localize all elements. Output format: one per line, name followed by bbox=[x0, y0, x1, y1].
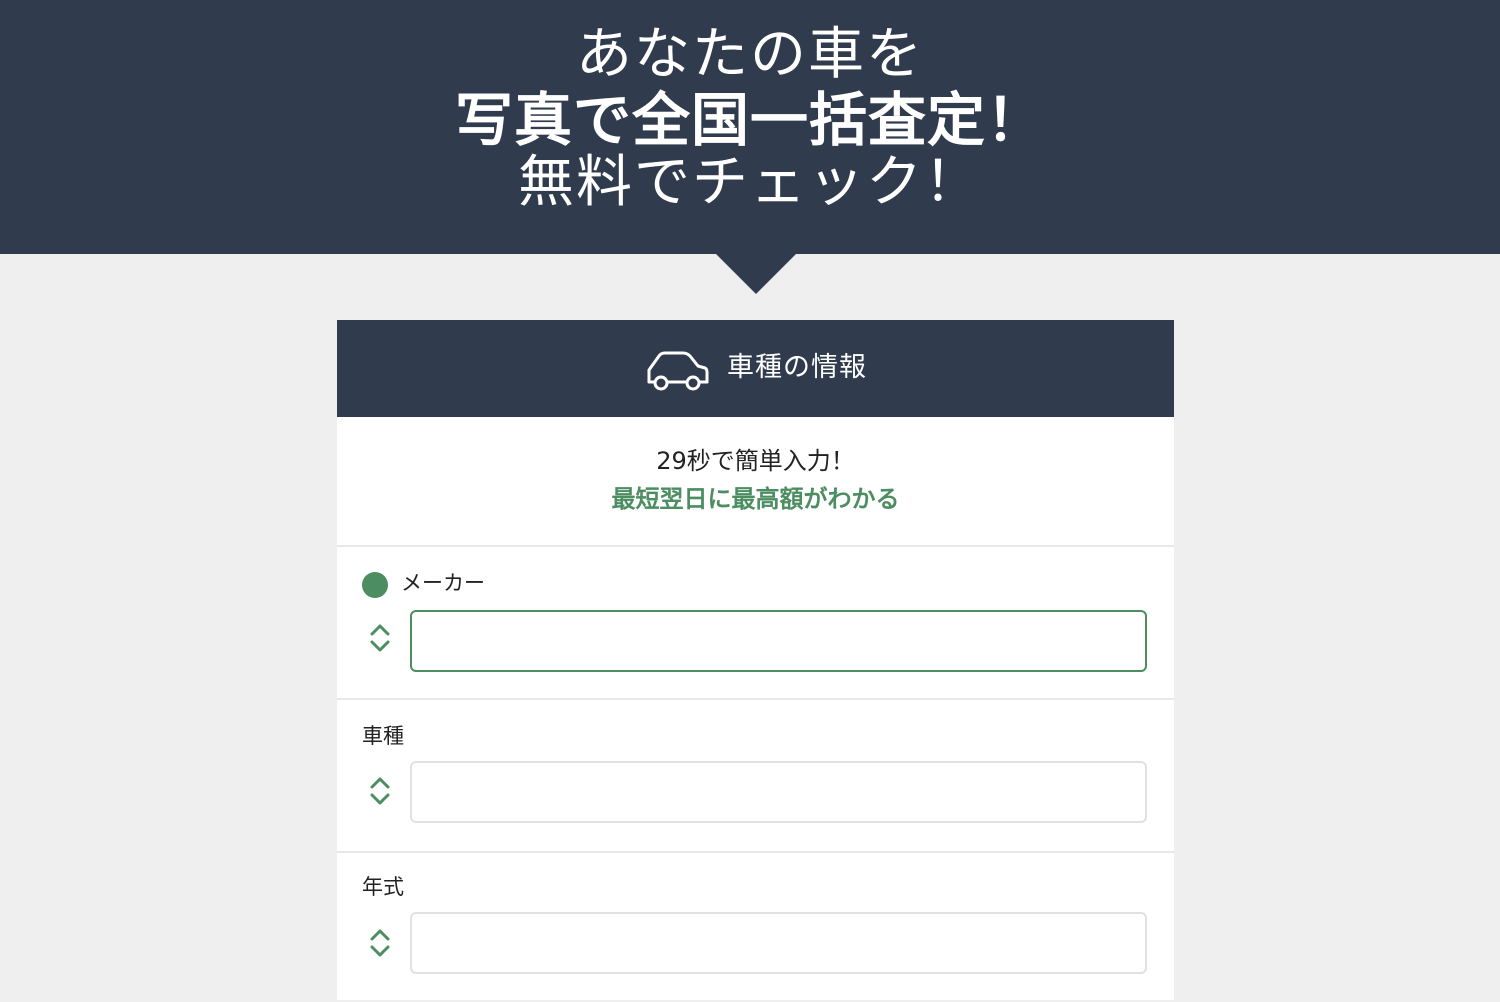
required-dot-icon bbox=[362, 572, 388, 598]
model-label: 車種 bbox=[362, 724, 404, 748]
hero-headline-line1: あなたの車を bbox=[576, 22, 924, 87]
hero-banner: あなたの車を 写真で全国一括査定！ 無料でチェック！ bbox=[0, 0, 1500, 254]
maker-label: メーカー bbox=[401, 571, 485, 595]
select-arrows-icon bbox=[370, 777, 390, 805]
hero-headline-line3: 無料でチェック！ bbox=[518, 150, 982, 215]
intro-highlight: 最短翌日に最高額がわかる bbox=[611, 485, 900, 513]
intro-section: 29秒で簡単入力！ 最短翌日に最高額がわかる bbox=[337, 417, 1174, 547]
select-arrows-icon bbox=[370, 929, 390, 957]
car-outline-icon bbox=[647, 351, 709, 391]
panel-title: 車種の情報 bbox=[727, 352, 867, 383]
year-field: 年式 bbox=[337, 851, 1174, 1002]
model-field: 車種 bbox=[337, 700, 1174, 853]
hero-headline-line2: 写真で全国一括査定！ bbox=[454, 86, 1045, 154]
model-select[interactable] bbox=[410, 761, 1147, 823]
panel-header: 車種の情報 bbox=[337, 320, 1174, 417]
intro-tagline: 29秒で簡単入力！ bbox=[656, 447, 855, 475]
year-select[interactable] bbox=[410, 912, 1147, 974]
hero-pointer-arrow bbox=[716, 254, 796, 294]
select-arrows-icon bbox=[370, 624, 390, 652]
vehicle-info-form: 車種の情報 29秒で簡単入力！ 最短翌日に最高額がわかる メーカー 車種 年式 bbox=[337, 320, 1174, 1000]
maker-field: メーカー bbox=[337, 547, 1174, 700]
year-label: 年式 bbox=[362, 875, 404, 899]
maker-select[interactable] bbox=[410, 610, 1147, 672]
